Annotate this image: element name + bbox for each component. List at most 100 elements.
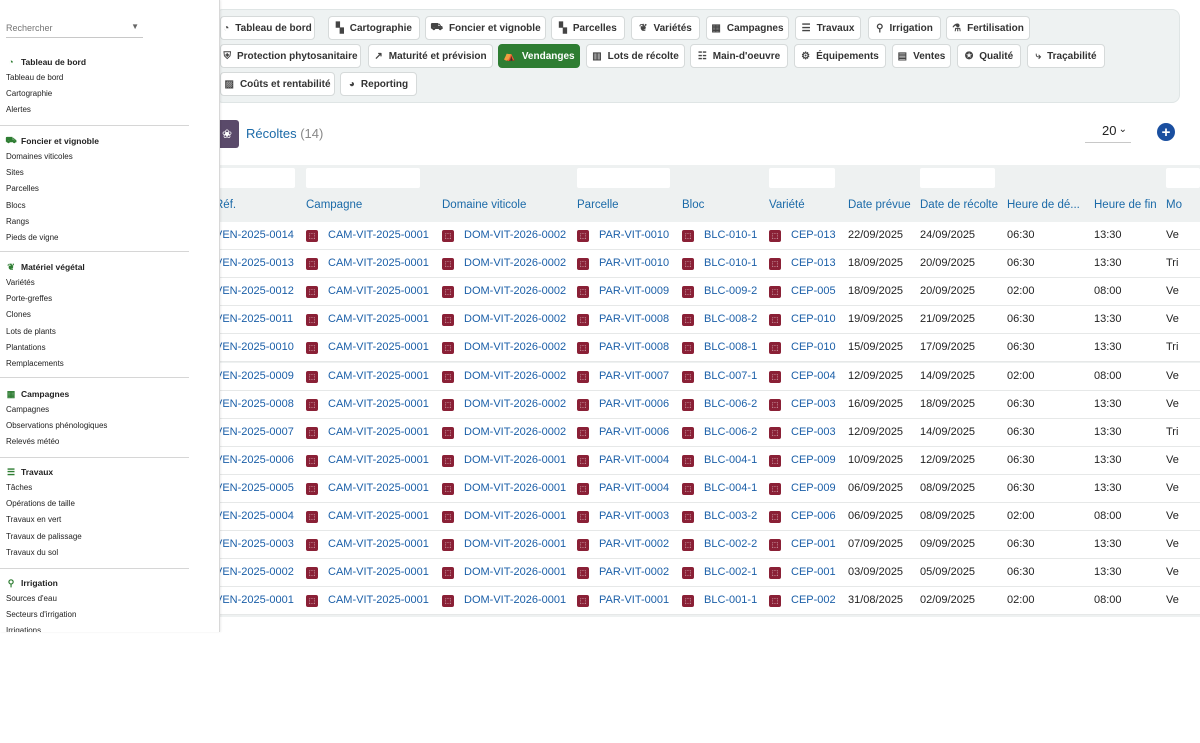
sidebar-item-varietes[interactable]: Variétés [0,275,190,291]
link-record-icon[interactable]: ⬚ [769,314,781,327]
table-cell[interactable]: BLC-006-2 [704,398,762,410]
table-cell[interactable]: CAM-VIT-2025-0001 [328,426,436,438]
nav-button-vendanges[interactable]: ⛺ Vendanges [498,44,580,68]
link-record-icon[interactable]: ⬚ [306,426,318,439]
filter-date-recolte-input[interactable] [920,168,995,188]
column-header[interactable]: Date prévue [848,199,918,211]
link-record-icon[interactable]: ⬚ [442,230,454,242]
table-row[interactable]: VEN-2025-0004 ⬚ CAM-VIT-2025-0001 ⬚ DOM-VIT-… [215,503,1200,531]
nav-button-campagnes[interactable]: ▦ Campagnes [706,16,789,40]
link-record-icon[interactable]: ⬚ [682,482,694,495]
sidebar-item-clones[interactable]: Clones [0,307,190,323]
nav-button-ventes[interactable]: ▤ Ventes [892,44,951,68]
table-cell[interactable]: CEP-001 [791,538,844,550]
column-header[interactable]: Variété [769,199,844,211]
table-cell[interactable]: CAM-VIT-2025-0001 [328,482,436,494]
sidebar-item-irrigations[interactable]: Irrigations [0,623,190,632]
sidebar-item-sources-eau[interactable]: Sources d'eau [0,591,190,607]
table-cell[interactable]: VEN-2025-0001 [215,594,303,606]
link-record-icon[interactable]: ⬚ [442,454,454,467]
link-record-icon[interactable]: ⬚ [306,230,318,242]
table-cell[interactable]: CEP-006 [791,510,844,522]
table-cell[interactable]: PAR-VIT-0001 [599,594,677,606]
table-cell[interactable]: CEP-005 [791,285,844,297]
table-row[interactable]: VEN-2025-0012 ⬚ CAM-VIT-2025-0001 ⬚ DOM-VIT-… [215,278,1200,307]
link-record-icon[interactable]: ⬚ [577,595,589,608]
column-header[interactable]: Bloc [682,199,762,211]
sidebar-item-blocs[interactable]: Blocs [0,198,190,214]
table-cell[interactable]: CAM-VIT-2025-0001 [328,370,436,382]
table-row[interactable]: VEN-2025-0003 ⬚ CAM-VIT-2025-0001 ⬚ DOM-VIT-… [215,531,1200,560]
nav-button-lots-de-récolte[interactable]: ▥ Lots de récolte [586,44,685,68]
link-record-icon[interactable]: ⬚ [577,342,589,355]
table-cell[interactable]: VEN-2025-0003 [215,538,303,550]
nav-button-main-d-oeuvre[interactable]: ☷ Main-d'oeuvre [690,44,788,68]
table-row[interactable]: VEN-2025-0013 ⬚ CAM-VIT-2025-0001 ⬚ DOM-VIT-… [215,250,1200,279]
table-cell[interactable]: PAR-VIT-0002 [599,566,677,578]
table-cell[interactable]: BLC-008-2 [704,313,762,325]
table-cell[interactable]: CEP-013 [791,229,844,241]
table-row[interactable]: VEN-2025-0005 ⬚ CAM-VIT-2025-0001 ⬚ DOM-VIT-… [215,474,1200,503]
table-cell[interactable]: BLC-002-2 [704,538,762,550]
link-record-icon[interactable]: ⬚ [769,426,781,439]
table-cell[interactable]: CEP-003 [791,398,844,410]
table-cell[interactable]: PAR-VIT-0002 [599,538,677,550]
link-record-icon[interactable]: ⬚ [306,482,318,495]
table-cell[interactable]: DOM-VIT-2026-0002 [464,370,572,382]
link-record-icon[interactable]: ⬚ [306,595,318,608]
dropdown-caret-icon[interactable]: ▼ [131,22,139,31]
link-record-icon[interactable]: ⬚ [442,595,454,608]
sidebar-item-remplacements[interactable]: Remplacements [0,356,190,372]
table-row[interactable]: VEN-2025-0014 ⬚ CAM-VIT-2025-0001 ⬚ DOM-VIT-… [215,222,1200,250]
nav-button-parcelles[interactable]: ▚ Parcelles [551,16,625,40]
link-record-icon[interactable]: ⬚ [306,258,318,271]
link-record-icon[interactable]: ⬚ [577,286,589,299]
table-cell[interactable]: PAR-VIT-0004 [599,454,677,466]
link-record-icon[interactable]: ⬚ [577,258,589,271]
link-record-icon[interactable]: ⬚ [682,370,694,383]
link-record-icon[interactable]: ⬚ [769,286,781,299]
sidebar-item-taches[interactable]: Tâches [0,480,190,496]
link-record-icon[interactable]: ⬚ [306,370,318,383]
table-cell[interactable]: DOM-VIT-2026-0001 [464,454,572,466]
table-cell[interactable]: PAR-VIT-0006 [599,426,677,438]
table-cell[interactable]: VEN-2025-0006 [215,454,303,466]
nav-button-fertilisation[interactable]: ⚗ Fertilisation [946,16,1030,40]
table-cell[interactable]: DOM-VIT-2026-0002 [464,398,572,410]
sidebar-item-cartographie[interactable]: Cartographie [0,86,190,102]
table-cell[interactable]: DOM-VIT-2026-0001 [464,594,572,606]
table-row[interactable]: VEN-2025-0002 ⬚ CAM-VIT-2025-0001 ⬚ DOM-VIT-… [215,559,1200,588]
link-record-icon[interactable]: ⬚ [306,454,318,467]
link-record-icon[interactable]: ⬚ [682,454,694,467]
table-cell[interactable]: VEN-2025-0012 [215,285,303,297]
link-record-icon[interactable]: ⬚ [769,398,781,411]
link-record-icon[interactable]: ⬚ [769,595,781,608]
link-record-icon[interactable]: ⬚ [682,567,694,580]
table-cell[interactable]: PAR-VIT-0010 [599,229,677,241]
link-record-icon[interactable]: ⬚ [769,511,781,523]
link-record-icon[interactable]: ⬚ [682,398,694,411]
link-record-icon[interactable]: ⬚ [306,511,318,523]
table-cell[interactable]: DOM-VIT-2026-0002 [464,341,572,353]
table-row[interactable]: VEN-2025-0001 ⬚ CAM-VIT-2025-0001 ⬚ DOM-VIT-… [215,587,1200,616]
table-cell[interactable]: CAM-VIT-2025-0001 [328,594,436,606]
link-record-icon[interactable]: ⬚ [442,426,454,439]
nav-button-équipements[interactable]: ⚙ Équipements [794,44,886,68]
table-cell[interactable]: DOM-VIT-2026-0002 [464,257,572,269]
sidebar-item-tableau-de-bord[interactable]: Tableau de bord [0,70,190,86]
link-record-icon[interactable]: ⬚ [442,286,454,299]
link-record-icon[interactable]: ⬚ [577,398,589,411]
table-cell[interactable]: CEP-010 [791,341,844,353]
table-cell[interactable]: CAM-VIT-2025-0001 [328,510,436,522]
sidebar-item-porte-greffes[interactable]: Porte-greffes [0,291,190,307]
table-cell[interactable]: VEN-2025-0008 [215,398,303,410]
filter-parcelle-input[interactable] [577,168,670,188]
table-cell[interactable]: CAM-VIT-2025-0001 [328,341,436,353]
sidebar-item-rangs[interactable]: Rangs [0,214,190,230]
table-cell[interactable]: VEN-2025-0009 [215,370,303,382]
link-record-icon[interactable]: ⬚ [577,567,589,580]
table-cell[interactable]: CAM-VIT-2025-0001 [328,398,436,410]
nav-button-maturité-et-prévision[interactable]: ↗ Maturité et prévision [368,44,493,68]
sidebar-item-plantations[interactable]: Plantations [0,340,190,356]
table-cell[interactable]: CEP-001 [791,566,844,578]
